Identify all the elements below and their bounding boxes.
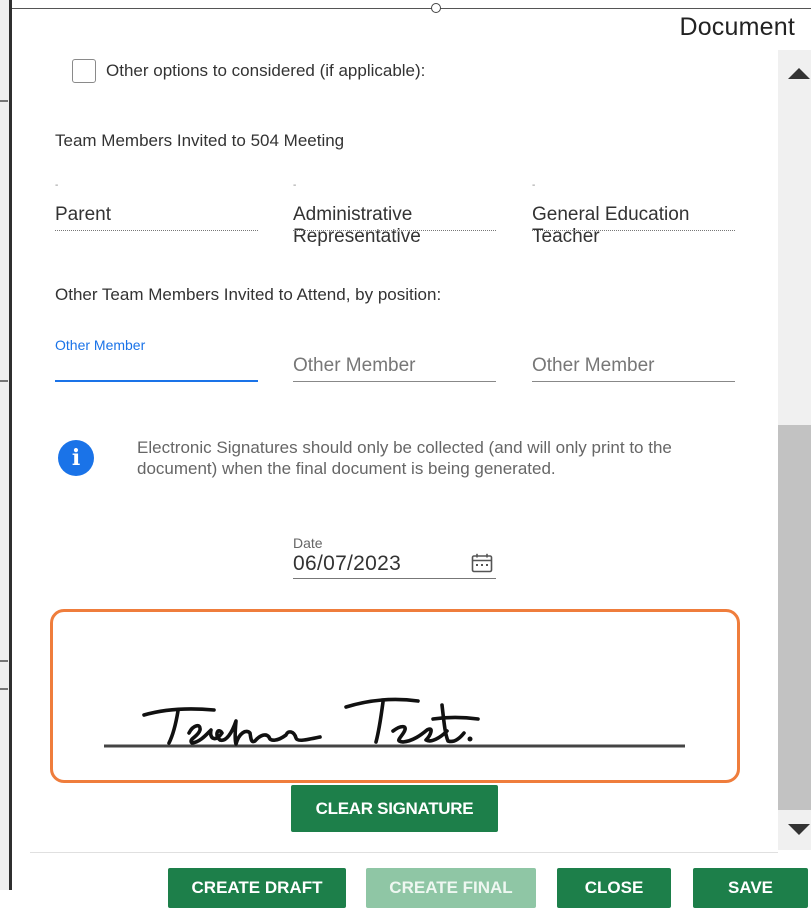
member-admin-underline: [293, 230, 496, 231]
member-parent[interactable]: Parent: [55, 204, 111, 226]
signature-info-text: Electronic Signatures should only be col…: [137, 438, 672, 478]
team-members-heading: Team Members Invited to 504 Meeting: [55, 131, 345, 150]
member-administrative-representative[interactable]: Administrative Representative: [293, 204, 421, 248]
required-marker: -: [532, 180, 536, 191]
resize-handle[interactable]: [431, 3, 441, 13]
calendar-icon[interactable]: [471, 553, 493, 573]
member-teacher-underline: [532, 230, 735, 231]
clear-signature-button[interactable]: CLEAR SIGNATURE: [291, 785, 498, 832]
other-member-1-underline-focused: [55, 380, 258, 382]
date-input[interactable]: 06/07/2023: [293, 552, 401, 576]
save-button[interactable]: SAVE: [693, 868, 808, 908]
dialog-title: Document: [679, 13, 795, 41]
scroll-up-arrow-icon[interactable]: [788, 68, 810, 79]
other-member-2-input[interactable]: Other Member: [293, 355, 415, 377]
date-label: Date: [293, 535, 323, 551]
other-member-3-underline: [532, 381, 735, 382]
other-options-checkbox[interactable]: [72, 59, 96, 83]
info-icon: i: [58, 440, 94, 476]
other-options-label: Other options to considered (if applicab…: [106, 61, 426, 80]
close-button[interactable]: CLOSE: [557, 868, 671, 908]
other-member-2-underline: [293, 381, 496, 382]
other-team-heading: Other Team Members Invited to Attend, by…: [55, 285, 442, 304]
other-member-3-input[interactable]: Other Member: [532, 355, 654, 377]
date-underline: [293, 578, 496, 579]
window-top-border: [12, 8, 811, 9]
footer-divider: [30, 852, 778, 853]
window-left-frame: [0, 0, 12, 890]
member-general-education-teacher[interactable]: General Education Teacher: [532, 204, 689, 248]
member-parent-underline: [55, 230, 258, 231]
scroll-down-arrow-icon[interactable]: [788, 824, 810, 835]
required-marker: -: [293, 180, 297, 191]
handwritten-signature: [104, 697, 685, 748]
other-member-1-input[interactable]: [55, 350, 258, 380]
scrollbar-thumb[interactable]: [778, 425, 811, 810]
create-draft-button[interactable]: CREATE DRAFT: [168, 868, 346, 908]
create-final-button[interactable]: CREATE FINAL: [366, 868, 536, 908]
required-marker: -: [55, 180, 59, 191]
